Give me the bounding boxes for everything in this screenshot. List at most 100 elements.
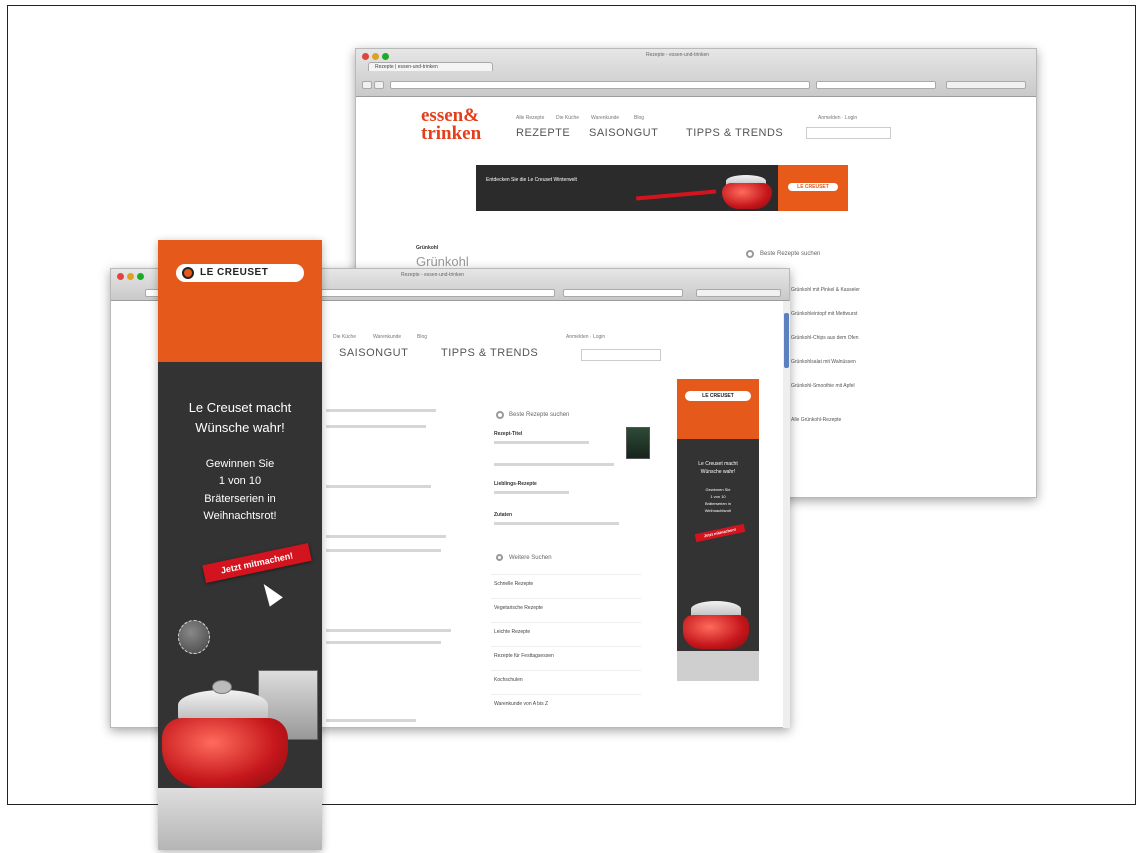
sidebox-field[interactable] — [494, 441, 589, 444]
minimize-light-icon[interactable] — [372, 53, 379, 60]
mini-ad-headline-1: Le Creuset macht — [698, 461, 738, 467]
nav-tipps-trends[interactable]: TIPPS & TRENDS — [441, 347, 538, 359]
forward-button[interactable] — [374, 81, 384, 89]
address-bar[interactable] — [390, 81, 810, 89]
page-scrollbar[interactable] — [783, 301, 790, 728]
mouse-pointer-icon — [257, 579, 283, 607]
mini-ad-brand: LE CREUSET — [685, 391, 751, 401]
sidebox-title: Beste Rezepte suchen — [760, 251, 821, 257]
ad-body-line-4: Weihnachtsrot! — [203, 510, 277, 522]
zoom-light-icon[interactable] — [137, 273, 144, 280]
logo-line-2[interactable]: trinken — [421, 124, 481, 143]
toolbar-button[interactable] — [946, 81, 1026, 89]
recipe-link-all[interactable]: Alle Grünkohl-Rezepte — [791, 417, 841, 423]
ad-brand-header — [158, 240, 322, 362]
banner-ribbon — [635, 189, 717, 201]
top-link-3[interactable]: Blog — [417, 334, 427, 340]
nav-saisongut[interactable]: SAISONGUT — [339, 347, 408, 359]
mini-ad-body-2: 1 von 10 — [710, 494, 726, 499]
ad-brand-logo: LE CREUSET — [176, 264, 304, 282]
recipe-link-1[interactable]: Grünkohl mit Pinkel & Kasseler — [791, 287, 860, 293]
recipe-link-3[interactable]: Grünkohl-Chips aus dem Ofen — [791, 335, 859, 341]
window-title: Rezepte - essen-und-trinken — [401, 272, 465, 278]
mini-ad-pot-image — [683, 615, 749, 649]
site-search-input[interactable] — [806, 127, 891, 139]
recipe-link-2[interactable]: Grünkohleintopf mit Mettwurst — [791, 311, 857, 317]
sidebox-field[interactable] — [494, 522, 619, 525]
ad-brand-name: LE CREUSET — [200, 267, 269, 278]
mini-ad-body-4: Weihnachtsrot! — [704, 508, 732, 513]
account-links[interactable]: Anmelden · Login — [566, 334, 605, 340]
top-link-4[interactable]: Blog — [634, 115, 644, 121]
skyscraper-ad[interactable]: LE CREUSET Le Creuset macht Wünsche wahr… — [158, 240, 322, 850]
ad-cta-button[interactable]: Jetzt mitmachen! — [202, 542, 312, 584]
ad-pot-image — [162, 718, 288, 788]
window-title: Rezepte - essen-und-trinken — [646, 52, 710, 58]
mini-ad-body-1: Gewinnen Sie — [705, 487, 731, 492]
window-controls — [117, 273, 144, 280]
mini-ad-cta-button[interactable]: Jetzt mitmachen! — [694, 523, 746, 543]
leaderboard-ad[interactable]: Entdecken Sie die Le Creuset Winterwelt … — [476, 165, 848, 211]
teaser-text-line — [326, 409, 436, 412]
ad-body-line-2: 1 von 10 — [218, 475, 262, 487]
category-list: Schnelle Rezepte Vegetarische Rezepte Le… — [491, 574, 641, 724]
nav-tipps-trends[interactable]: TIPPS & TRENDS — [686, 127, 783, 139]
pagination-line — [326, 485, 431, 488]
browser-search-field[interactable] — [563, 289, 683, 297]
sidebox-label-2: Lieblings-Rezepte — [494, 481, 537, 487]
ad-body-line-3: Bräterserien in — [204, 493, 276, 505]
zoom-light-icon[interactable] — [382, 53, 389, 60]
mini-ad-surface — [677, 651, 759, 681]
close-light-icon[interactable] — [362, 53, 369, 60]
stage: Rezepte - essen-und-trinken Rezepte | es… — [0, 0, 1140, 853]
list-item[interactable]: Schnelle Rezepte — [491, 574, 641, 592]
sidebox-field[interactable] — [494, 463, 614, 466]
nav-rezepte[interactable]: REZEPTE — [516, 127, 570, 139]
teaser-text-line — [326, 425, 426, 428]
recipe-link-4[interactable]: Grünkohlsalat mit Walnüssen — [791, 359, 856, 365]
section-title: Grünkohl — [416, 254, 469, 269]
nav-saisongut[interactable]: SAISONGUT — [589, 127, 658, 139]
account-links[interactable]: Anmelden · Login — [818, 115, 857, 121]
sidebox-thumbnail-image[interactable] — [626, 427, 650, 459]
top-link-3[interactable]: Warenkunde — [591, 115, 619, 121]
search-gear-icon — [746, 250, 754, 258]
mini-ad-headline-2: Wünsche wahr! — [700, 469, 736, 475]
top-link-1[interactable]: Die Küche — [333, 334, 356, 340]
scrollbar-thumb[interactable] — [784, 313, 789, 368]
banner-text: Entdecken Sie die Le Creuset Winterwelt — [486, 177, 577, 183]
list-item[interactable]: Kochschulen — [491, 670, 641, 688]
list-item[interactable]: Rezepte für Festtagsessen — [491, 646, 641, 664]
close-light-icon[interactable] — [117, 273, 124, 280]
top-link-2[interactable]: Die Küche — [556, 115, 579, 121]
small-skyscraper-ad[interactable]: LE CREUSET Le Creuset macht Wünsche wahr… — [677, 379, 759, 681]
browser-tab[interactable]: Rezepte | essen-und-trinken — [368, 62, 493, 71]
ad-pot-knob-icon — [212, 680, 232, 694]
list-item[interactable]: Vegetarische Rezepte — [491, 598, 641, 616]
top-link-1[interactable]: Alle Rezepte — [516, 115, 544, 121]
more-search-icon — [496, 554, 503, 561]
sidebox-label-1: Rezept-Titel — [494, 431, 523, 437]
site-search-input[interactable] — [581, 349, 661, 361]
banner-cta-button[interactable]: LE CREUSET — [788, 183, 838, 191]
teaser-text-line — [326, 719, 416, 722]
minimize-light-icon[interactable] — [127, 273, 134, 280]
back-button[interactable] — [362, 81, 372, 89]
recipe-link-5[interactable]: Grünkohl-Smoothie mit Apfel — [791, 383, 855, 389]
toolbar-button[interactable] — [696, 289, 781, 297]
mini-ad-body-3: Bräterserien in — [704, 501, 731, 506]
top-link-2[interactable]: Warenkunde — [373, 334, 401, 340]
teaser-text-line — [326, 549, 441, 552]
list-item[interactable]: Leichte Rezepte — [491, 622, 641, 640]
section-kicker: Grünkohl — [416, 245, 439, 251]
search-gear-icon — [496, 411, 504, 419]
sidebox-field[interactable] — [494, 491, 569, 494]
ornament-bauble-icon — [178, 620, 210, 654]
list-item[interactable]: Warenkunde von A bis Z — [491, 694, 641, 712]
mini-ad-header — [677, 379, 759, 439]
ad-pot-lid-image — [178, 690, 268, 720]
browser-search-field[interactable] — [816, 81, 936, 89]
ad-body-line-1: Gewinnen Sie — [205, 458, 275, 470]
sidebox-subtitle: Weitere Suchen — [509, 555, 552, 561]
back-window-toolbar: Rezepte - essen-und-trinken Rezepte | es… — [356, 49, 1036, 97]
